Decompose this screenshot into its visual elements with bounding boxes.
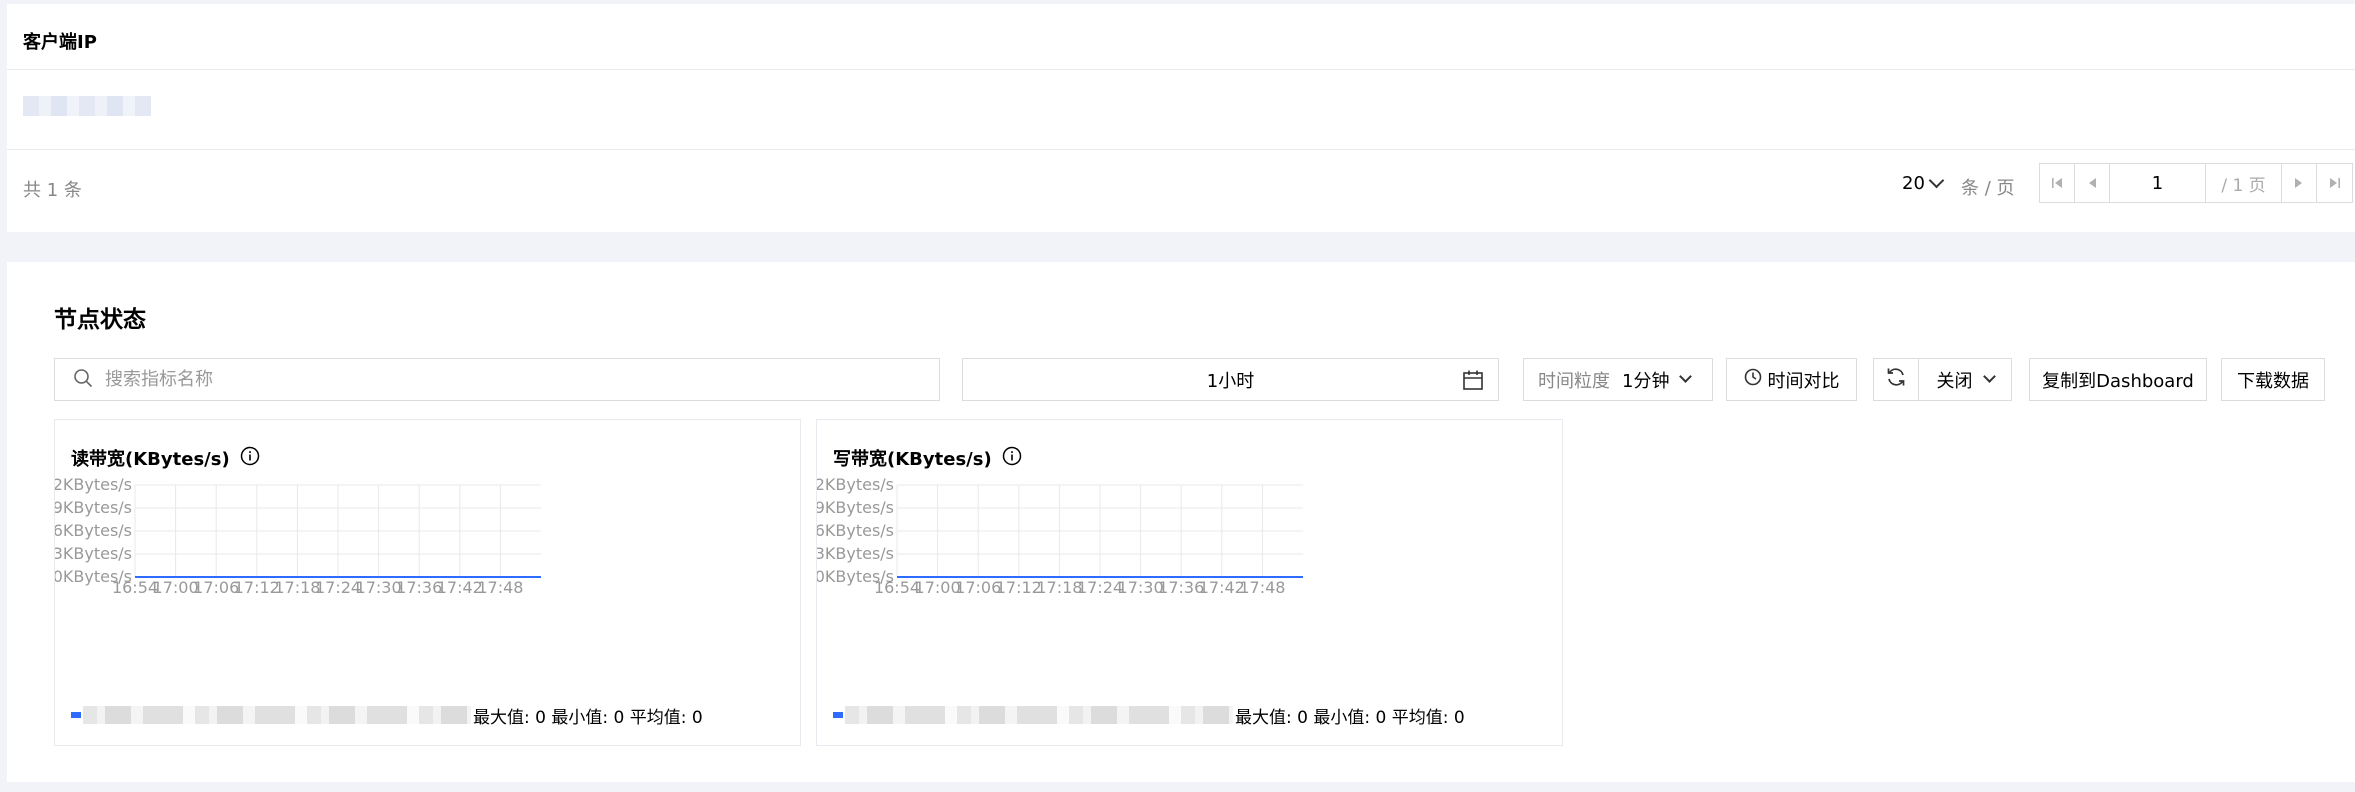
- time-compare-button[interactable]: 时间对比: [1726, 358, 1857, 401]
- series-stats: 最大值: 0 最小值: 0 平均值: 0: [1235, 707, 1465, 728]
- masked-ip-value: [23, 96, 151, 116]
- per-page-label: 条 / 页: [1961, 178, 2015, 199]
- y-tick-label: 1.2KBytes/s: [817, 475, 894, 494]
- refresh-icon: [1885, 366, 1907, 393]
- x-tick-label: 17:00: [153, 578, 199, 597]
- x-tick-label: 17:18: [1036, 578, 1082, 597]
- x-tick-label: 17:18: [274, 578, 320, 597]
- copy-to-dashboard-button[interactable]: 复制到Dashboard: [2029, 358, 2207, 401]
- total-pages-label: / 1 页: [2206, 164, 2282, 202]
- x-tick-label: 17:42: [437, 578, 483, 597]
- x-tick-label: 17:12: [996, 578, 1042, 597]
- chevron-down-icon: [1982, 370, 1996, 383]
- chevron-down-icon: [1928, 172, 1945, 189]
- x-tick-label: 17:24: [315, 578, 361, 597]
- search-icon: [73, 368, 93, 392]
- chart-legend: 最大值: 0 最小值: 0 平均值: 0: [71, 704, 703, 728]
- y-tick-label: 0.9KBytes/s: [817, 498, 894, 517]
- x-tick-label: 17:30: [356, 578, 402, 597]
- masked-series-name: [83, 706, 471, 724]
- chevron-down-icon: [1679, 370, 1693, 383]
- last-page-icon[interactable]: [2317, 164, 2352, 202]
- x-tick-label: 16:54: [874, 578, 920, 597]
- x-tick-label: 17:12: [234, 578, 280, 597]
- y-tick-label: 0.6KBytes/s: [817, 521, 894, 540]
- x-tick-label: 17:30: [1118, 578, 1164, 597]
- y-tick-label: 1.2KBytes/s: [55, 475, 132, 494]
- clock-icon: [1744, 368, 1762, 391]
- total-count: 共 1 条: [23, 180, 82, 201]
- granularity-value: 1分钟: [1622, 370, 1670, 392]
- chart-legend: 最大值: 0 最小值: 0 平均值: 0: [833, 704, 1465, 728]
- time-range-picker[interactable]: 1小时: [962, 358, 1499, 401]
- y-tick-label: 0.3KBytes/s: [55, 544, 132, 563]
- chart-plot: 0KBytes/s0.3KBytes/s0.6KBytes/s0.9KBytes…: [55, 475, 541, 597]
- table-row: [7, 71, 2355, 150]
- series-stats: 最大值: 0 最小值: 0 平均值: 0: [473, 707, 703, 728]
- auto-refresh-select[interactable]: 关闭: [1919, 358, 2012, 401]
- pagination: 共 1 条 20 条 / 页 / 1 页: [7, 151, 2355, 232]
- x-tick-label: 17:00: [915, 578, 961, 597]
- x-tick-label: 17:36: [396, 578, 442, 597]
- masked-series-name: [845, 706, 1233, 724]
- x-tick-label: 17:42: [1199, 578, 1245, 597]
- table-header-row: 客户端IP: [7, 4, 2355, 70]
- y-tick-label: 0.3KBytes/s: [817, 544, 894, 563]
- page-size-select[interactable]: 20: [1902, 172, 1945, 194]
- chart-plot: 0KBytes/s0.3KBytes/s0.6KBytes/s0.9KBytes…: [817, 475, 1303, 597]
- y-tick-label: 0.6KBytes/s: [55, 521, 132, 540]
- x-tick-label: 17:48: [477, 578, 523, 597]
- page-number-input[interactable]: [2110, 164, 2206, 202]
- x-tick-label: 17:36: [1158, 578, 1204, 597]
- auto-refresh-value: 关闭: [1936, 370, 1973, 392]
- calendar-icon: [1462, 369, 1484, 395]
- search-input[interactable]: [105, 369, 925, 390]
- refresh-button[interactable]: [1873, 358, 1919, 401]
- y-tick-label: 0.9KBytes/s: [55, 498, 132, 517]
- prev-page-icon[interactable]: [2075, 164, 2110, 202]
- metric-search[interactable]: [54, 358, 940, 401]
- time-compare-label: 时间对比: [1767, 370, 1840, 392]
- column-header-client-ip: 客户端IP: [23, 32, 97, 53]
- chart-panel-write-bandwidth: 写带宽(KBytes/s) 0KBytes/s0.3KBytes/s0.6KBy…: [816, 419, 1563, 746]
- first-page-icon[interactable]: [2040, 164, 2075, 202]
- x-tick-label: 17:06: [193, 578, 239, 597]
- x-tick-label: 16:54: [112, 578, 158, 597]
- section-title: 节点状态: [54, 307, 146, 333]
- legend-swatch: [71, 712, 81, 718]
- granularity-label: 时间粒度: [1538, 370, 1610, 392]
- x-tick-label: 17:48: [1239, 578, 1285, 597]
- granularity-select[interactable]: 时间粒度 1分钟: [1523, 358, 1713, 401]
- node-status-panel: 节点状态 1小时 时间粒度 1分钟 时间对比 关闭 复制到Dashboard 下…: [7, 262, 2355, 782]
- page-size-value: 20: [1902, 173, 1925, 194]
- next-page-icon[interactable]: [2282, 164, 2317, 202]
- client-ip-table: 客户端IP 共 1 条 20 条 / 页 / 1 页: [7, 4, 2355, 232]
- chart-panel-read-bandwidth: 读带宽(KBytes/s) 0KBytes/s0.3KBytes/s0.6KBy…: [54, 419, 801, 746]
- x-tick-label: 17:24: [1077, 578, 1123, 597]
- download-data-button[interactable]: 下载数据: [2221, 358, 2325, 401]
- x-tick-label: 17:06: [955, 578, 1001, 597]
- legend-swatch: [833, 712, 843, 718]
- pager-controls: / 1 页: [2039, 163, 2353, 203]
- time-range-value: 1小时: [1206, 370, 1255, 392]
